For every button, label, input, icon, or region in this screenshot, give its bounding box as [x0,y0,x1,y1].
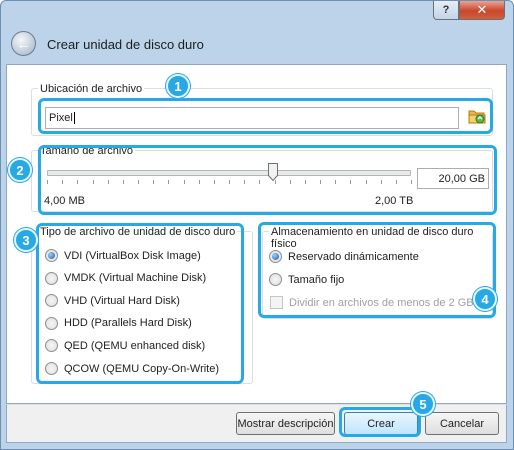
file-type-option-label: VMDK (Virtual Machine Disk) [64,272,207,285]
slider-tick [62,180,64,184]
file-location-label: Ubicación de archivo [38,83,145,95]
dialog-title: Crear unidad de disco duro [47,37,204,52]
create-button[interactable]: Crear [344,412,418,435]
step-badge-1: 1 [166,74,190,98]
file-type-option[interactable]: VDI (VirtualBox Disk Image) [45,249,201,262]
show-description-button[interactable]: Mostrar descripción [236,412,335,435]
split-files-checkbox[interactable] [270,296,283,309]
storage-radio[interactable] [269,273,282,286]
file-size-input[interactable]: 20,00 GB [417,168,489,189]
file-type-radio[interactable] [45,362,58,375]
slider-tick [365,180,367,184]
title-area: ← Crear unidad de disco duro [7,27,507,65]
file-location-input[interactable]: Pixel [45,107,459,129]
slider-tick [77,180,79,184]
close-button[interactable]: ✕ [459,1,505,20]
file-type-radio[interactable] [45,339,58,353]
storage-option[interactable]: Reservado dinámicamente [269,250,419,263]
file-type-option-label: QCOW (QEMU Copy-On-Write) [64,362,220,375]
slider-tick [92,180,94,184]
storage-option-label: Tamaño fijo [288,273,345,286]
slider-tick [107,180,109,184]
slider-tick [304,180,306,184]
slider-tick [168,180,170,184]
back-button[interactable]: ← [11,31,36,56]
file-type-option-label: QED (QEMU enhanced disk) [64,339,206,352]
file-type-option[interactable]: VMDK (Virtual Machine Disk) [45,271,207,285]
file-type-label: Tipo de archivo de unidad de disco duro [38,226,238,238]
slider-tick [213,180,215,184]
split-files-label: Dividir en archivos de menos de 2 GB [289,296,474,309]
slider-tick [138,180,139,184]
dialog-content: Ubicación de archivo Pixel Tamaño de arc… [6,64,507,404]
file-type-option[interactable]: QED (QEMU enhanced disk) [45,339,206,353]
slider-tick [153,180,155,184]
slider-tick [259,180,261,184]
slider-tick [289,180,291,184]
storage-radio[interactable] [269,250,282,263]
slider-tick [320,180,321,184]
slider-tick [183,180,185,184]
slider-tick [380,180,382,184]
file-type-option-label: VDI (VirtualBox Disk Image) [64,249,201,262]
slider-tick [335,180,337,184]
step-badge-5: 5 [411,392,435,416]
help-button[interactable]: ? [433,1,459,20]
file-size-label: Tamaño de archivo [38,145,135,157]
file-type-radio[interactable] [45,294,58,308]
file-type-radio[interactable] [45,271,58,285]
file-type-option-label: HDD (Parallels Hard Disk) [64,317,192,330]
file-size-min-label: 4,00 MB [44,195,85,207]
file-type-radio[interactable] [45,249,58,262]
file-size-slider-thumb[interactable] [267,163,278,182]
slider-tick [350,180,352,184]
file-type-option[interactable]: QCOW (QEMU Copy-On-Write) [45,362,219,375]
text-cursor [73,112,75,124]
slider-ticks [47,180,412,185]
slider-tick [47,180,48,184]
file-location-value: Pixel [49,112,73,124]
step-badge-4: 4 [473,287,497,311]
file-type-option[interactable]: VHD (Virtual Hard Disk) [45,294,180,308]
storage-option[interactable]: Tamaño fijo [269,273,344,286]
file-type-option[interactable]: HDD (Parallels Hard Disk) [45,316,192,330]
slider-tick [122,180,124,184]
file-size-max-label: 2,00 TB [375,195,414,207]
step-badge-3: 3 [14,228,38,252]
cancel-button[interactable]: Cancelar [425,412,499,435]
back-arrow-icon: ← [16,35,31,52]
slider-tick [229,180,230,184]
slider-tick [411,180,412,184]
slider-tick [244,180,246,184]
storage-option-label: Reservado dinámicamente [288,250,419,263]
file-size-slider-track[interactable] [47,170,411,176]
slider-tick [395,180,397,184]
slider-tick [198,180,200,184]
split-files-option[interactable]: Dividir en archivos de menos de 2 GB [270,296,474,309]
folder-icon[interactable] [468,107,486,125]
file-type-radio[interactable] [45,316,58,330]
storage-label: Almacenamiento en unidad de disco duro f… [269,226,492,250]
file-type-option-label: VHD (Virtual Hard Disk) [64,294,180,307]
step-badge-2: 2 [8,158,32,182]
